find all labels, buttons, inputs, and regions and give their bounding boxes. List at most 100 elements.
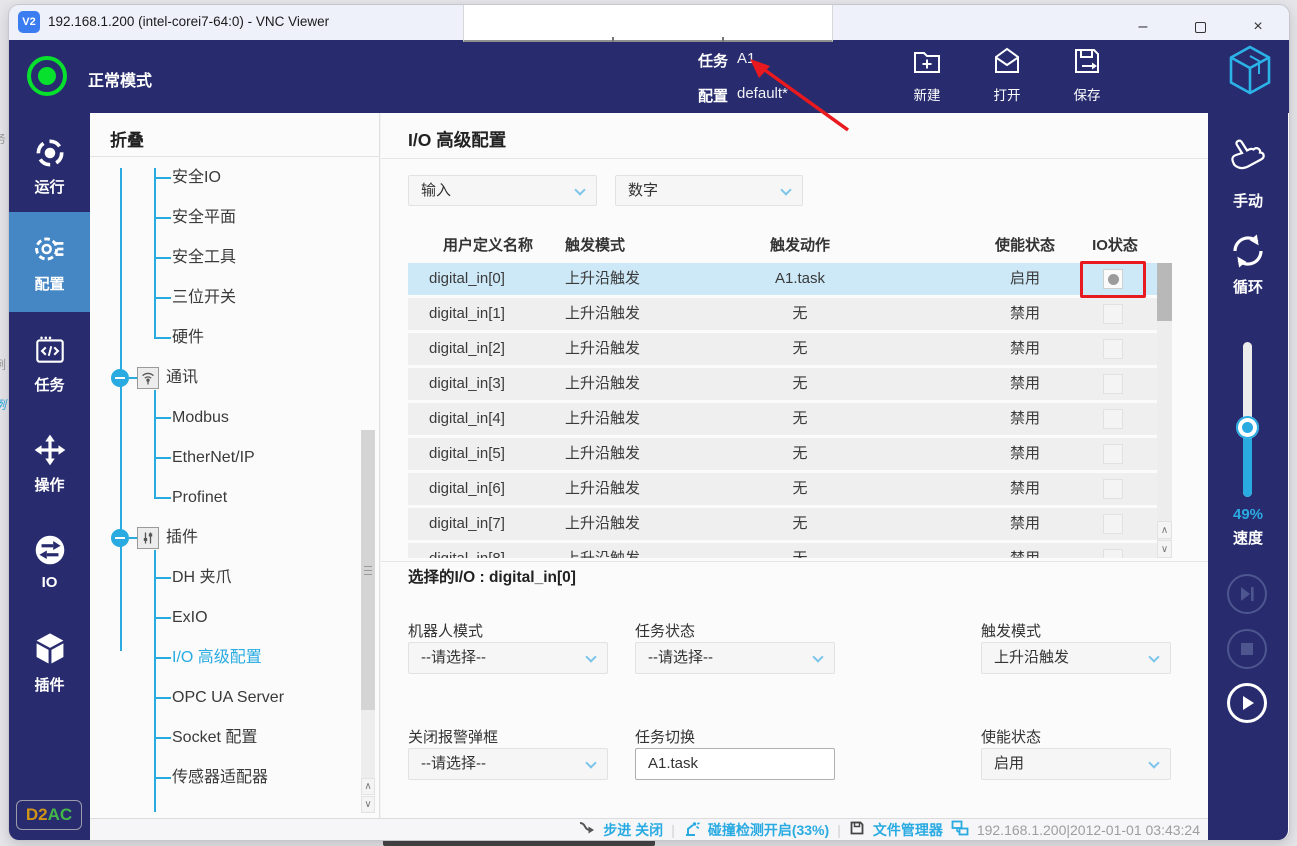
io-state-indicator[interactable] [1103,479,1123,499]
form-select[interactable]: 上升沿触发 [981,642,1171,674]
save-button[interactable]: 保存 [1055,44,1119,108]
sidebar-item-manual[interactable]: 手动 [1208,190,1288,211]
tree-item[interactable]: EtherNet/IP [172,447,255,469]
tree-branch-tick [154,457,171,459]
tree-item[interactable]: ExIO [172,607,208,629]
cell-enable-state: 禁用 [985,508,1065,540]
io-advanced-config-panel: I/O 高级配置 输入 数字 用户定义名称 触发模式 触发动作 使能状态 IO状… [381,113,1208,818]
table-scrollbar-handle[interactable] [1157,263,1172,321]
minimize-button[interactable]: – [1128,15,1158,39]
table-row[interactable]: digital_in[6]上升沿触发无禁用 [408,473,1172,505]
cell-name: digital_in[5] [429,438,505,470]
divider [381,561,1208,562]
maximize-icon [1195,22,1206,33]
speed-label: 速度 [1208,527,1288,548]
cell-trigger-mode: 上升沿触发 [565,263,640,295]
tree-item[interactable]: 安全IO [172,167,221,189]
sidebar-item-run[interactable]: 运行 [9,176,90,197]
tree-collapse-header[interactable]: 折叠 [110,126,144,151]
table-row[interactable]: digital_in[8]上升沿触发无禁用 [408,543,1172,558]
chevron-down-icon [585,757,596,768]
chevron-down-icon [585,651,596,662]
page-title: I/O 高级配置 [408,127,506,152]
form-field-value: A1.task [648,755,698,772]
step-forward-button[interactable] [1227,574,1267,614]
overlay-tick [722,37,724,42]
badge-ac: AC [48,805,73,825]
tree-item[interactable]: 通讯 [166,367,198,389]
tree-item[interactable]: Profinet [172,487,227,509]
open-button[interactable]: 打开 [975,44,1039,108]
table-row[interactable]: digital_in[3]上升沿触发无禁用 [408,368,1172,400]
step-mode-status[interactable]: 步进 关闭 [603,820,663,840]
cell-trigger-mode: 上升沿触发 [565,298,640,330]
sidebar-item-loop[interactable]: 循环 [1208,276,1288,297]
table-row[interactable]: digital_in[4]上升沿触发无禁用 [408,403,1172,435]
tree-item[interactable]: OPC UA Server [172,687,284,709]
io-state-indicator[interactable] [1103,374,1123,394]
tree-scrollbar-handle[interactable] [361,430,375,710]
speed-slider-handle[interactable] [1236,416,1259,439]
cell-trigger-action: 无 [720,473,880,505]
io-state-indicator[interactable] [1103,339,1123,359]
tree-branch-tick [154,337,171,339]
io-direction-select[interactable]: 输入 [408,175,597,206]
table-row[interactable]: digital_in[1]上升沿触发无禁用 [408,298,1172,330]
sidebar-item-task[interactable]: 任务 [9,374,90,395]
tree-item[interactable]: 传感器适配器 [172,767,268,789]
background-window-artifact: 例 [0,356,6,373]
tree-scroll-down-button[interactable]: ∨ [361,796,375,813]
tree-item[interactable]: 安全平面 [172,207,236,229]
tree-item[interactable]: 硬件 [172,327,204,349]
stop-button[interactable] [1227,629,1267,669]
tree-collapse-icon[interactable] [111,529,129,547]
form-select[interactable]: --请选择-- [635,642,835,674]
tree-item[interactable]: 插件 [166,527,198,549]
table-row[interactable]: digital_in[0]上升沿触发A1.task启用 [408,263,1172,295]
io-state-indicator[interactable] [1103,549,1123,558]
tree-collapse-icon[interactable] [111,369,129,387]
tree-branch-tick [154,257,171,259]
tree-item[interactable]: Socket 配置 [172,727,257,749]
io-state-indicator[interactable] [1103,444,1123,464]
close-button[interactable]: × [1243,15,1273,39]
sidebar-item-operate[interactable]: 操作 [9,474,90,495]
sidebar-item-config[interactable]: 配置 [9,273,90,294]
mode-status-label: 正常模式 [88,67,152,91]
tree-item[interactable]: 安全工具 [172,247,236,269]
form-select[interactable]: 启用 [981,748,1171,780]
form-text-input[interactable]: A1.task [635,748,835,780]
tree-scroll-up-button[interactable]: ∧ [361,778,375,795]
new-button[interactable]: 新建 [895,44,959,108]
signal-type-select[interactable]: 数字 [615,175,803,206]
io-state-indicator[interactable] [1103,409,1123,429]
io-state-indicator[interactable] [1103,514,1123,534]
form-select[interactable]: --请选择-- [408,642,608,674]
tree-item[interactable]: I/O 高级配置 [172,647,262,669]
io-state-indicator[interactable] [1103,304,1123,324]
file-manager-button[interactable]: 文件管理器 [873,820,943,840]
table-scroll-up-button[interactable]: ∧ [1157,521,1172,539]
form-select[interactable]: --请选择-- [408,748,608,780]
table-row[interactable]: digital_in[7]上升沿触发无禁用 [408,508,1172,540]
table-scroll-down-button[interactable]: ∨ [1157,540,1172,558]
tree-item[interactable]: DH 夹爪 [172,567,232,589]
connection-info: 192.168.1.200|2012-01-01 03:43:24 [977,822,1200,838]
sidebar-item-io[interactable]: IO [9,574,90,591]
cell-trigger-mode: 上升沿触发 [565,403,640,435]
tree-item[interactable]: Modbus [172,407,229,429]
chevron-down-icon [780,184,791,195]
task-label: 任务 [698,50,728,71]
table-row[interactable]: digital_in[5]上升沿触发无禁用 [408,438,1172,470]
cell-name: digital_in[0] [429,263,505,295]
collision-detection-status[interactable]: 碰撞检测开启(33%) [708,820,829,840]
sidebar-item-plugin[interactable]: 插件 [9,674,90,695]
table-row[interactable]: digital_in[2]上升沿触发无禁用 [408,333,1172,365]
maximize-button[interactable] [1185,15,1215,39]
window-title: 192.168.1.200 (intel-corei7-64:0) - VNC … [48,14,329,29]
play-button[interactable] [1227,683,1267,723]
tree-item[interactable]: 三位开关 [172,287,236,309]
cell-trigger-mode: 上升沿触发 [565,543,640,558]
cell-enable-state: 禁用 [985,543,1065,558]
d2ac-badge[interactable]: D2AC [16,800,82,830]
